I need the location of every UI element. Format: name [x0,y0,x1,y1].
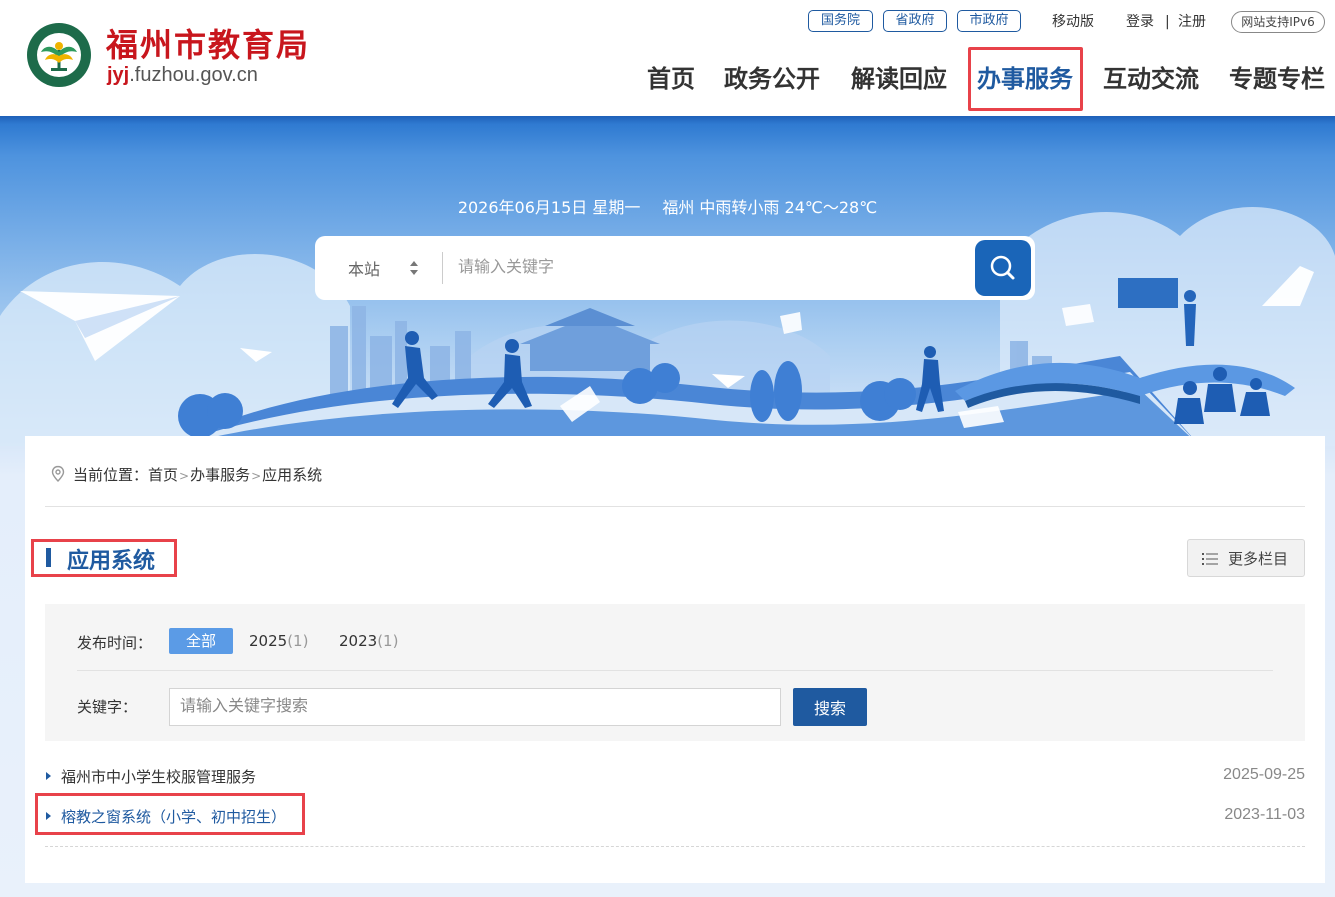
breadcrumb-services[interactable]: 办事服务 [190,466,250,484]
mobile-version-link[interactable]: 移动版 [1052,12,1094,32]
breadcrumb-separator: > [179,469,190,483]
search-divider [442,252,443,284]
nav-highlight-box [968,47,1083,111]
login-link[interactable]: 登录 [1126,12,1154,32]
gov-link-province[interactable]: 省政府 [883,10,947,32]
site-search-input[interactable] [458,252,958,284]
date-weather-bar: 2026年06月15日 星期一 福州 中雨转小雨 24℃～28℃ [0,194,1335,218]
nav-item-gov-affairs[interactable]: 政务公开 [724,62,820,96]
nav-item-topics[interactable]: 专题专栏 [1229,62,1325,96]
filter-panel: 发布时间： 全部 2025(1) 2023(1) 关键字： 搜索 [45,604,1305,741]
breadcrumb-home[interactable]: 首页 [148,466,178,484]
keyword-search-button[interactable]: 搜索 [793,688,867,726]
search-scope-select[interactable]: 本站 [348,256,380,280]
year-filter-all[interactable]: 全部 [169,628,233,654]
ipv6-badge: 网站支持IPv6 [1231,11,1325,33]
gov-link-state-council[interactable]: 国务院 [808,10,873,32]
more-columns-label: 更多栏目 [1228,550,1289,568]
list-item-date: 2025-09-25 [1223,766,1305,783]
current-date: 2026年06月15日 星期一 [457,198,641,217]
register-link[interactable]: 注册 [1178,12,1206,32]
nav-item-interpretation[interactable]: 解读回应 [851,62,947,96]
breadcrumb-prefix: 当前位置： [73,466,149,484]
year-filter-2023[interactable]: 2023(1) [339,628,398,654]
list-icon [1202,553,1218,565]
list-item-title[interactable]: 福州市中小学生校服管理服务 [61,766,256,787]
year-filter-count: (1) [287,632,309,650]
section-title: 应用系统 [67,549,156,574]
weather-info: 福州 中雨转小雨 24℃～28℃ [662,198,878,217]
location-pin-icon [51,465,65,482]
keyword-label: 关键字： [77,698,138,716]
filter-divider [77,670,1273,671]
breadcrumb: 当前位置：首页>办事服务>应用系统 [49,464,322,485]
year-filter-count: (1) [377,632,399,650]
main-nav: 首页 政务公开 解读回应 办事服务 互动交流 专题专栏 [0,60,1335,100]
chevron-right-icon [46,772,51,780]
site-search-box: 本站 [315,236,1035,300]
publish-time-label: 发布时间： [77,634,153,652]
year-filter-label: 2023 [339,632,378,650]
breadcrumb-separator: > [251,469,262,483]
section-title-highlight-box: 应用系统 [31,539,177,577]
link-separator: | [1165,14,1170,30]
list-item-date: 2023-11-03 [1224,806,1305,823]
year-filter-label: 2025 [249,632,288,650]
gov-link-city[interactable]: 市政府 [957,10,1021,32]
year-filter-label: 全部 [185,632,216,650]
content-card: 当前位置：首页>办事服务>应用系统 应用系统 更多栏目 发布时间： 全部 202… [25,436,1325,883]
site-search-button[interactable] [975,240,1031,296]
list-item: 福州市中小学生校服管理服务 2025-09-25 [45,764,1305,788]
select-arrows-icon[interactable] [407,258,421,278]
year-filter-2025[interactable]: 2025(1) [249,628,308,654]
breadcrumb-divider [45,506,1305,507]
section-title-bar [46,548,51,567]
more-columns-button[interactable]: 更多栏目 [1187,539,1305,577]
search-icon [990,255,1015,280]
nav-item-interaction[interactable]: 互动交流 [1103,62,1199,96]
site-header: 福州市教育局 jyj.fuzhou.gov.cn 国务院 省政府 市政府 移动版… [0,0,1335,116]
keyword-search-input[interactable] [169,688,781,726]
list-divider [45,846,1305,847]
breadcrumb-current[interactable]: 应用系统 [262,466,322,484]
list-item-highlight-box [35,793,305,835]
nav-item-home[interactable]: 首页 [647,62,695,96]
